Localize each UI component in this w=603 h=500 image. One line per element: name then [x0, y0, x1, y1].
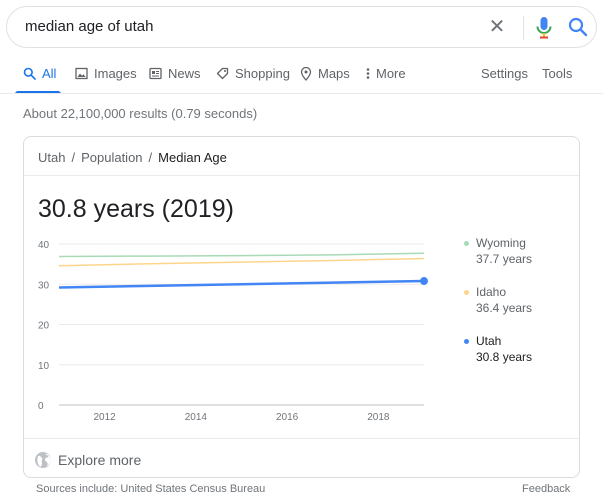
- card-divider: [24, 175, 579, 176]
- y-tick-label: 30: [38, 280, 50, 291]
- legend-dot-icon: [464, 240, 469, 246]
- y-tick-label: 10: [38, 361, 50, 372]
- sources-note: Sources include: United States Census Bu…: [36, 483, 266, 495]
- breadcrumb-population[interactable]: Population: [81, 150, 142, 165]
- tab-more[interactable]: More: [366, 66, 406, 94]
- globe-icon: [35, 452, 51, 468]
- legend-item-utah[interactable]: Utah 30.8 years: [464, 334, 574, 364]
- tabs-divider: [0, 93, 603, 94]
- x-tick-label: 2012: [94, 412, 117, 423]
- legend-dot-icon: [464, 338, 469, 344]
- explore-more-link[interactable]: Explore more: [34, 449, 141, 471]
- legend-name: Idaho: [476, 285, 507, 299]
- more-vert-icon: [366, 68, 370, 79]
- knowledge-card: Utah / Population / Median Age 30.8 year…: [23, 136, 580, 478]
- breadcrumb-separator: /: [71, 150, 76, 165]
- legend-value: 30.8 years: [476, 350, 533, 364]
- search-box[interactable]: median age of utah ✕: [6, 6, 597, 48]
- tab-label: News: [168, 66, 201, 81]
- tab-label: Shopping: [235, 66, 290, 81]
- legend-dot-icon: [464, 289, 469, 295]
- search-icon[interactable]: [567, 16, 589, 38]
- median-age-line-chart: 0 10 20 30 40 2012 2014 2016 2018: [38, 240, 428, 423]
- tools-link[interactable]: Tools: [542, 66, 572, 94]
- legend-value: 37.7 years: [476, 252, 533, 266]
- tag-icon: [216, 67, 229, 80]
- settings-link[interactable]: Settings: [481, 66, 528, 94]
- series-line-wyoming: [58, 252, 425, 258]
- search-input[interactable]: median age of utah: [25, 18, 153, 35]
- breadcrumb-utah[interactable]: Utah: [38, 150, 65, 165]
- tab-shopping[interactable]: Shopping: [216, 66, 290, 94]
- breadcrumb: Utah / Population / Median Age: [38, 150, 227, 165]
- legend-label: Idaho: [464, 285, 574, 299]
- tab-label: Maps: [318, 66, 350, 81]
- answer-headline: 30.8 years (2019): [38, 195, 234, 223]
- search-tabs: All Images News Shopping Maps More Setti…: [0, 60, 603, 94]
- x-tick-label: 2018: [367, 412, 390, 423]
- search-divider: [523, 16, 524, 40]
- news-icon: [149, 67, 162, 80]
- legend-value: 36.4 years: [476, 301, 533, 315]
- microphone-icon[interactable]: [534, 15, 554, 41]
- tools-label: Tools: [542, 66, 573, 81]
- series-line-idaho: [58, 257, 425, 267]
- x-tick-label: 2014: [185, 412, 208, 423]
- breadcrumb-separator: /: [148, 150, 153, 165]
- legend-label: Wyoming: [464, 236, 574, 250]
- tab-images[interactable]: Images: [75, 66, 137, 94]
- feedback-link[interactable]: Feedback: [522, 483, 570, 495]
- image-icon: [75, 67, 88, 80]
- tab-label: More: [376, 66, 406, 81]
- settings-label: Settings: [481, 66, 528, 81]
- result-stats: About 22,100,000 results (0.79 seconds): [23, 106, 258, 121]
- y-tick-label: 20: [38, 321, 50, 332]
- legend-name: Utah: [476, 334, 502, 348]
- search-icon: [23, 67, 36, 80]
- map-pin-icon: [300, 67, 312, 81]
- breadcrumb-median-age: Median Age: [158, 150, 227, 165]
- tab-news[interactable]: News: [149, 66, 201, 94]
- legend-item-wyoming[interactable]: Wyoming 37.7 years: [464, 236, 574, 266]
- clear-search-icon[interactable]: ✕: [486, 16, 508, 38]
- explore-more-label: Explore more: [58, 452, 142, 468]
- card-divider: [24, 438, 579, 439]
- tab-all[interactable]: All: [23, 66, 56, 94]
- x-tick-label: 2016: [276, 412, 299, 423]
- y-tick-label: 0: [38, 401, 44, 412]
- tab-label: Images: [94, 66, 137, 81]
- legend-label: Utah: [464, 334, 574, 348]
- tab-maps[interactable]: Maps: [300, 66, 350, 94]
- series-point-utah: [420, 277, 428, 286]
- y-tick-label: 40: [38, 240, 50, 251]
- tab-label: All: [42, 66, 57, 81]
- legend-item-idaho[interactable]: Idaho 36.4 years: [464, 285, 574, 315]
- legend-name: Wyoming: [476, 236, 526, 250]
